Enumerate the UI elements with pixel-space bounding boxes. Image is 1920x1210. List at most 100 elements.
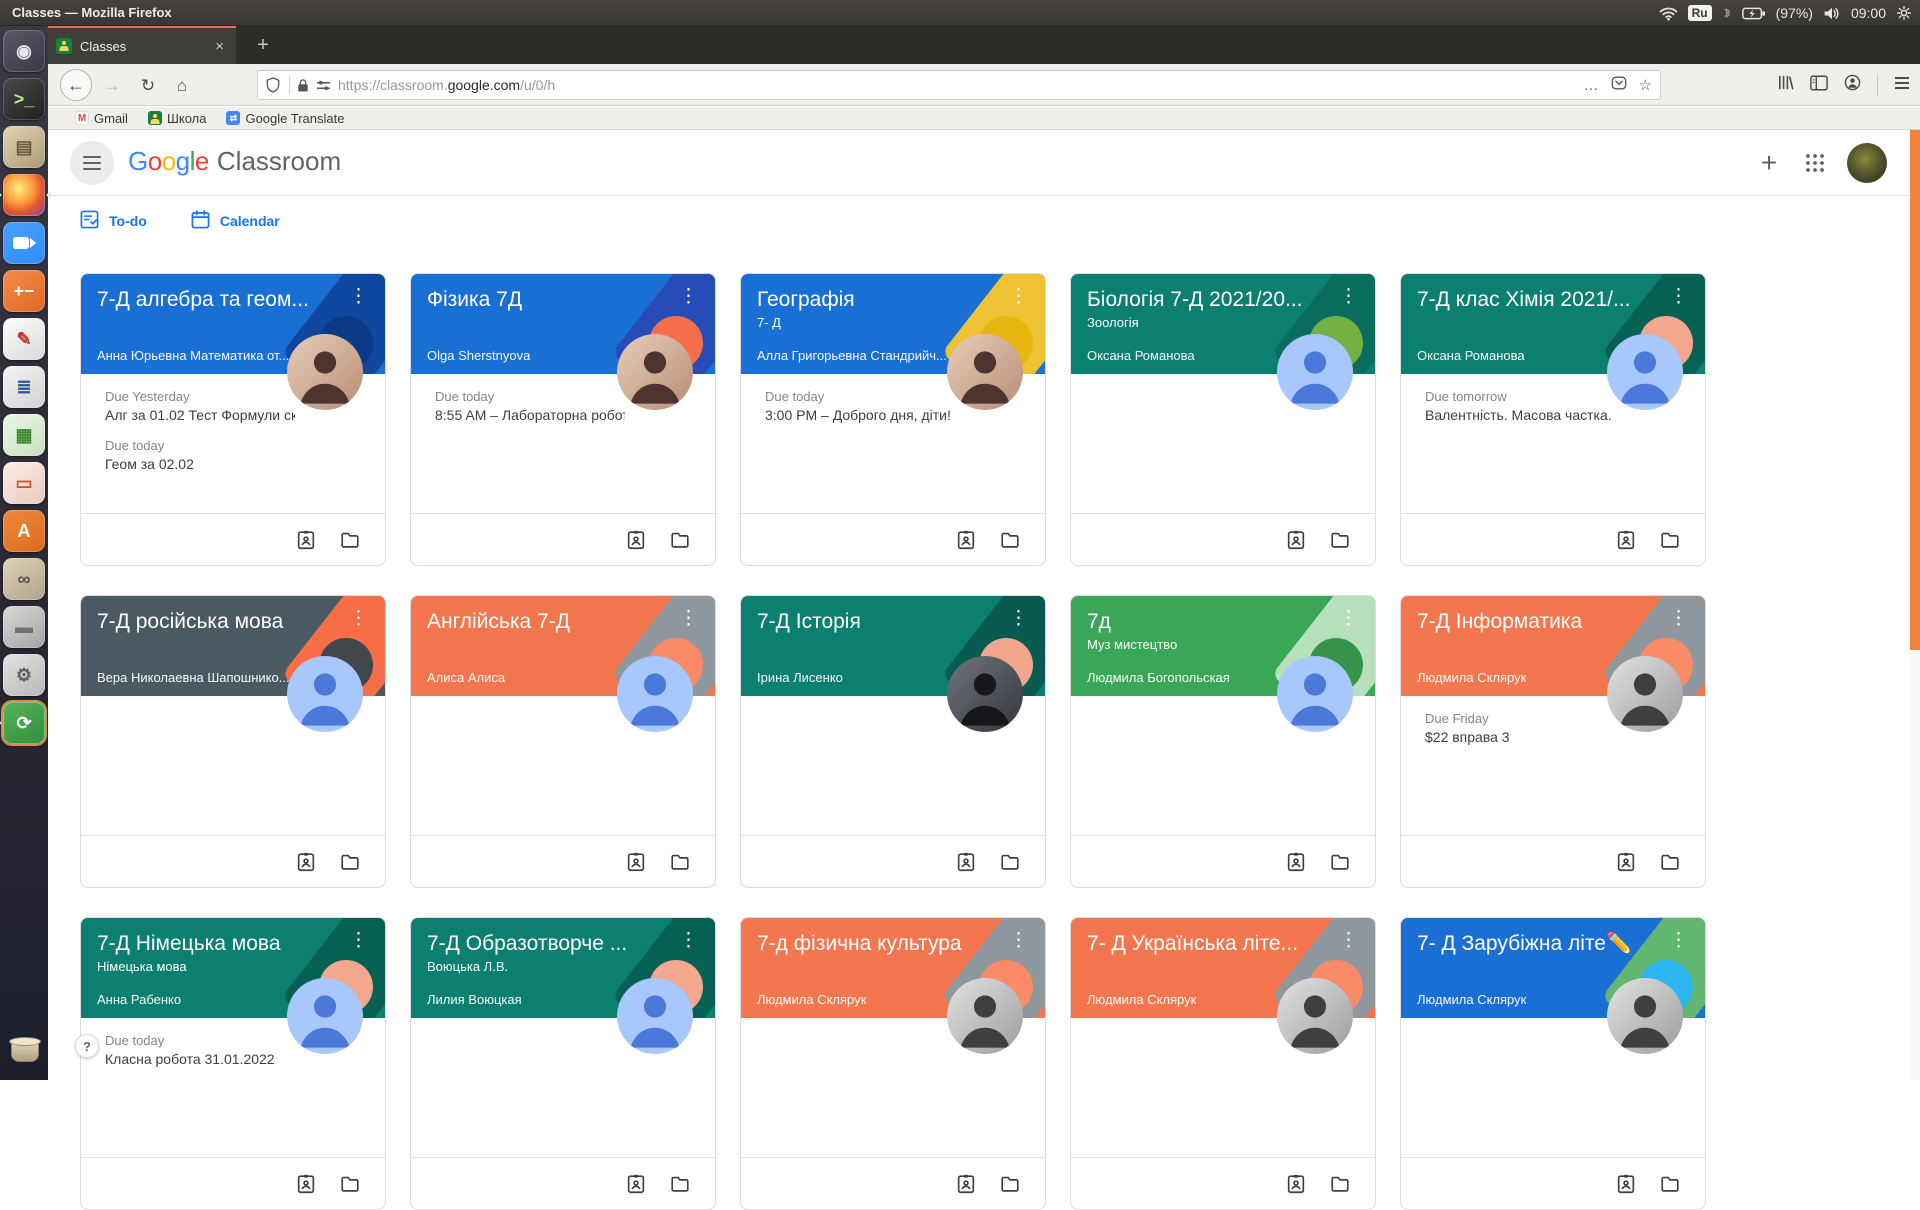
class-title[interactable]: 7- Д Українська літе... [1087, 932, 1359, 956]
assignment-item[interactable]: Due Friday$22 вправа 3 [1425, 711, 1615, 745]
open-gradebook-icon[interactable] [955, 1173, 977, 1195]
assignment-title[interactable]: Геом за 02.02 [105, 456, 295, 472]
class-card[interactable]: 7-Д Німецька мова Німецька мова Анна Раб… [80, 917, 386, 1210]
more-options-icon[interactable]: ⋮ [674, 606, 703, 631]
open-folder-icon[interactable] [1329, 851, 1351, 873]
class-title[interactable]: Біологія 7-Д 2021/20... [1087, 288, 1359, 312]
more-options-icon[interactable]: ⋮ [1004, 606, 1033, 631]
permissions-icon[interactable] [316, 79, 331, 92]
url-text[interactable]: https://classroom.google.com/u/0/h [338, 77, 1584, 93]
bookmark-3[interactable]: ⇄Google Translate [226, 111, 344, 126]
class-title[interactable]: 7-Д Німецька мова [97, 932, 369, 956]
open-gradebook-icon[interactable] [955, 529, 977, 551]
open-folder-icon[interactable] [1329, 529, 1351, 551]
open-folder-icon[interactable] [1329, 1173, 1351, 1195]
open-gradebook-icon[interactable] [295, 851, 317, 873]
class-title[interactable]: 7д [1087, 610, 1359, 634]
dock-item-zoom[interactable] [3, 222, 45, 264]
close-tab-icon[interactable]: × [211, 38, 228, 55]
class-title[interactable]: 7-Д Інформатика [1417, 610, 1689, 634]
bookmark-1[interactable]: MGmail [75, 111, 128, 126]
assignment-item[interactable]: Due today3:00 PM – Доброго дня, діти! ..… [765, 389, 955, 423]
join-create-class-button[interactable]: + [1747, 141, 1791, 185]
lock-icon[interactable] [297, 78, 309, 93]
page-scrollbar[interactable] [1910, 130, 1920, 1080]
open-folder-icon[interactable] [1659, 529, 1681, 551]
new-tab-button[interactable]: + [248, 30, 278, 60]
class-title[interactable]: 7-Д Образотворче ... [427, 932, 699, 956]
class-card[interactable]: 7-Д алгебра та геом... Анна Юрьевна Мате… [80, 273, 386, 566]
dock-item-design-app[interactable]: ∞ [3, 558, 45, 600]
open-folder-icon[interactable] [999, 1173, 1021, 1195]
open-gradebook-icon[interactable] [1285, 529, 1307, 551]
back-button[interactable]: ← [60, 69, 92, 101]
dock-item-libreoffice-writer[interactable]: ≣ [3, 366, 45, 408]
dock-item-terminal[interactable]: >_ [3, 78, 45, 120]
open-gradebook-icon[interactable] [1615, 529, 1637, 551]
open-gradebook-icon[interactable] [1285, 851, 1307, 873]
open-gradebook-icon[interactable] [1285, 1173, 1307, 1195]
more-options-icon[interactable]: ⋮ [344, 284, 373, 309]
class-title[interactable]: 7-Д Історія [757, 610, 1029, 634]
open-folder-icon[interactable] [1659, 851, 1681, 873]
open-gradebook-icon[interactable] [625, 851, 647, 873]
tab-classes[interactable]: Classes × [48, 26, 236, 64]
assignment-title[interactable]: $22 вправа 3 [1425, 729, 1615, 745]
todo-link[interactable]: To-do [80, 210, 147, 232]
google-apps-grid-icon[interactable] [1799, 147, 1831, 179]
page-actions-icon[interactable]: … [1584, 77, 1599, 94]
open-gradebook-icon[interactable] [1615, 851, 1637, 873]
sidebar-icon[interactable] [1810, 75, 1828, 96]
more-options-icon[interactable]: ⋮ [1004, 928, 1033, 953]
more-options-icon[interactable]: ⋮ [1664, 606, 1693, 631]
dock-item-file-manager[interactable]: ▤ [3, 126, 45, 168]
open-gradebook-icon[interactable] [625, 1173, 647, 1195]
open-gradebook-icon[interactable] [295, 1173, 317, 1195]
more-options-icon[interactable]: ⋮ [1334, 606, 1363, 631]
classroom-logo[interactable]: Google Classroom [128, 146, 341, 177]
assignment-item[interactable]: Due today8:55 AM – Лабораторна робот... [435, 389, 625, 423]
class-title[interactable]: Фізика 7Д [427, 288, 699, 312]
session-gear-icon[interactable] [1896, 5, 1912, 21]
class-title[interactable]: Англійська 7-Д [427, 610, 699, 634]
account-avatar[interactable] [1847, 143, 1887, 183]
class-card[interactable]: Фізика 7Д Olga Sherstnyova ⋮ Due today8:… [410, 273, 716, 566]
class-card[interactable]: 7- Д Українська літе... Людмила Склярук … [1070, 917, 1376, 1210]
class-card[interactable]: Біологія 7-Д 2021/20... Зоологія Оксана … [1070, 273, 1376, 566]
calendar-link[interactable]: Calendar [191, 210, 280, 232]
class-title[interactable]: 7-д фізична культура [757, 932, 1029, 956]
forward-button[interactable]: → [100, 74, 124, 98]
assignment-item[interactable]: Due YesterdayАлг за 01.02 Тест Формули с… [105, 389, 295, 423]
bookmark-2[interactable]: Школа [148, 111, 207, 126]
clock[interactable]: 09:00 [1851, 5, 1886, 21]
url-bar[interactable]: https://classroom.google.com/u/0/h … ☆ [257, 70, 1661, 100]
assignment-title[interactable]: 8:55 AM – Лабораторна робот... [435, 407, 625, 423]
main-menu-icon[interactable] [70, 141, 114, 185]
class-card[interactable]: 7-Д Історія Ірина Лисенко ⋮ [740, 595, 1046, 888]
help-button[interactable]: ? [75, 1034, 99, 1058]
dock-item-toolbox-app[interactable]: A [3, 510, 45, 552]
library-icon[interactable] [1777, 74, 1794, 96]
class-card[interactable]: 7-д фізична культура Людмила Склярук ⋮ [740, 917, 1046, 1210]
more-options-icon[interactable]: ⋮ [674, 928, 703, 953]
volume-icon[interactable] [1823, 6, 1841, 21]
open-folder-icon[interactable] [1659, 1173, 1681, 1195]
battery-icon[interactable] [1742, 7, 1766, 20]
class-title[interactable]: 7-Д алгебра та геом... [97, 288, 369, 312]
class-card[interactable]: Географія 7- Д Алла Григорьевна Стандрий… [740, 273, 1046, 566]
dock-item-disks[interactable]: ▬ [3, 606, 45, 648]
class-title[interactable]: Географія [757, 288, 1029, 312]
pocket-icon[interactable] [1611, 75, 1627, 95]
assignment-title[interactable]: 3:00 PM – Доброго дня, діти! ... [765, 407, 955, 423]
class-card[interactable]: 7-Д Інформатика Людмила Склярук ⋮ Due Fr… [1400, 595, 1706, 888]
class-card[interactable]: 7-Д Образотворче ... Воюцька Л.В. Лилия … [410, 917, 716, 1210]
dock-item-software-updater[interactable]: ⟳ [3, 702, 45, 744]
assignment-title[interactable]: Валентність. Масова частка. ... [1425, 407, 1615, 423]
class-title[interactable]: 7-Д клас Хімія 2021/... [1417, 288, 1689, 312]
open-folder-icon[interactable] [339, 851, 361, 873]
open-folder-icon[interactable] [339, 529, 361, 551]
open-folder-icon[interactable] [669, 529, 691, 551]
dock-item-ubuntu-dash[interactable]: ◉ [3, 30, 45, 72]
keyboard-layout-indicator[interactable]: Ru [1688, 5, 1712, 21]
open-gradebook-icon[interactable] [1615, 1173, 1637, 1195]
